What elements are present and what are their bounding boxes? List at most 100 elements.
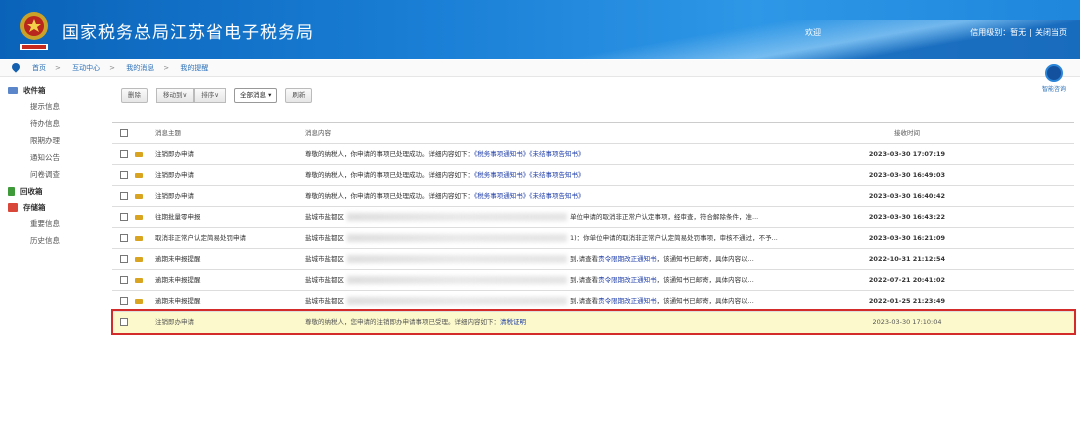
- row-content-text: 尊敬的纳税人，你申请的事项已处理成功。详细内容如下：: [305, 171, 474, 179]
- sidebar-inbox-label: 收件箱: [23, 85, 46, 95]
- row-content: 盐城市盐都区 到,请查看责令限期改正通知书，该通知书已邮寄，具体内容以...: [305, 291, 754, 311]
- row-subject[interactable]: 注销即办申请: [155, 186, 194, 206]
- row-checkbox[interactable]: [120, 255, 128, 263]
- rectification-notice-link[interactable]: 责令限期改正通知书: [598, 276, 657, 284]
- smart-consult-label: 智能咨询: [1041, 86, 1066, 93]
- table-row[interactable]: 注销即办申请 尊敬的纳税人，你申请的事项已处理成功。详细内容如下：《税务事项通知书…: [112, 144, 1074, 165]
- pending-items-link[interactable]: 《未结事项告知书》: [529, 171, 584, 179]
- sort-button[interactable]: 排序∨: [194, 88, 227, 103]
- tax-notice-link[interactable]: 《税务事项通知书》: [474, 171, 529, 179]
- row-content: 盐城市盐都区 到,请查看责令限期改正通知书，该通知书已邮寄，具体内容以...: [305, 249, 754, 269]
- breadcrumb-my-messages[interactable]: 我的消息: [126, 64, 154, 72]
- move-to-button[interactable]: 移动到∨: [156, 88, 195, 103]
- row-subject[interactable]: 取消非正常户认定简易处罚申请: [155, 228, 246, 248]
- row-content: 尊敬的纳税人，你申请的事项已处理成功。详细内容如下：《税务事项通知书》《未结事项…: [305, 165, 585, 185]
- tax-emblem-logo: [20, 12, 48, 50]
- envelope-icon: [135, 257, 143, 262]
- location-pin-icon: [10, 61, 22, 73]
- row-checkbox[interactable]: [120, 297, 128, 305]
- row-subject[interactable]: 逾期未申报提醒: [155, 270, 201, 290]
- row-time: 2023-03-30 17:07:19: [868, 150, 946, 158]
- table-row[interactable]: 逾期未申报提醒 盐城市盐都区 到,请查看责令限期改正通知书，该通知书已邮寄，具体内容…: [112, 270, 1074, 291]
- row-subject[interactable]: 逾期未申报提醒: [155, 291, 201, 311]
- row-content: 尊敬的纳税人，你申请的事项已处理成功。详细内容如下：《税务事项通知书》《未结事项…: [305, 144, 585, 164]
- smart-consult-button[interactable]: 智能咨询: [1038, 62, 1070, 96]
- breadcrumb-home[interactable]: 首页: [32, 64, 46, 72]
- message-filter-select[interactable]: 全部消息 ▾: [234, 88, 278, 103]
- row-checkbox[interactable]: [120, 171, 128, 179]
- row-content-tail: 单位申请的取消非正常户认定事项，经审查，符合解除条件，准...: [570, 213, 759, 221]
- row-checkbox[interactable]: [120, 150, 128, 158]
- row-content: 盐城市盐都区 单位申请的取消非正常户认定事项，经审查，符合解除条件，准...: [305, 207, 758, 227]
- tax-notice-link[interactable]: 《税务事项通知书》: [474, 150, 529, 158]
- pending-items-link[interactable]: 《未结事项告知书》: [529, 192, 584, 200]
- redacted-blur: [347, 213, 567, 221]
- redacted-blur: [347, 276, 567, 284]
- sidebar-recycle[interactable]: 回收箱: [0, 183, 106, 199]
- row-checkbox[interactable]: [120, 213, 128, 221]
- row-subject[interactable]: 注销即办申请: [155, 165, 194, 185]
- row-time: 2022-10-31 21:12:54: [868, 255, 946, 263]
- envelope-icon: [135, 194, 143, 199]
- breadcrumb-my-reminders: 我的提醒: [180, 64, 209, 72]
- rectification-notice-link[interactable]: 责令限期改正通知书: [598, 297, 657, 305]
- delete-button[interactable]: 删除: [121, 88, 148, 103]
- row-content-text: 盐城市盐都区: [305, 297, 344, 305]
- row-time: 2023-03-30 16:43:22: [868, 213, 946, 221]
- table-row[interactable]: 注销即办申请 尊敬的纳税人，你申请的事项已处理成功。详细内容如下：《税务事项通知书…: [112, 165, 1074, 186]
- sidebar-item-survey[interactable]: 问卷调查: [0, 166, 106, 183]
- row-time: 2022-01-25 21:23:49: [868, 297, 946, 305]
- headset-icon: [1045, 64, 1063, 82]
- row-checkbox[interactable]: [120, 276, 128, 284]
- redacted-blur: [347, 234, 567, 242]
- row-checkbox[interactable]: [120, 192, 128, 200]
- row-content-text: 盐城市盐都区: [305, 234, 344, 242]
- row-subject[interactable]: 往期批量零申报: [155, 207, 201, 227]
- sidebar-inbox[interactable]: 收件箱: [0, 82, 106, 98]
- row-checkbox[interactable]: [120, 234, 128, 242]
- row-time: 2023-03-30 16:21:09: [868, 234, 946, 242]
- breadcrumb-interaction-center[interactable]: 互动中心: [72, 64, 100, 72]
- header-subject: 消息主题: [155, 129, 181, 137]
- breadcrumb: 首页 > 互动中心 > 我的消息 > 我的提醒: [0, 60, 1080, 77]
- row-subject[interactable]: 注销即办申请: [155, 144, 194, 164]
- site-header: 国家税务总局江苏省电子税务局 欢迎 信用级别：暂无 | 关闭当页: [0, 0, 1080, 59]
- sidebar: 收件箱 提示信息 待办信息 限期办理 通知公告 问卷调查 回收箱 存储箱 重要信…: [0, 82, 106, 249]
- tax-notice-link[interactable]: 《税务事项通知书》: [474, 192, 529, 200]
- table-row[interactable]: 注销即办申请 尊敬的纳税人，你申请的事项已处理成功。详细内容如下：《税务事项通知书…: [112, 186, 1074, 207]
- envelope-icon: [135, 299, 143, 304]
- select-all-checkbox[interactable]: [120, 129, 128, 137]
- row-subject[interactable]: 逾期未申报提醒: [155, 249, 201, 269]
- table-row[interactable]: 往期批量零申报 盐城市盐都区 单位申请的取消非正常户认定事项，经审查，符合解除条件，…: [112, 207, 1074, 228]
- sidebar-archive[interactable]: 存储箱: [0, 199, 106, 215]
- row-content-tail: 1)：你单位申请的取消非正常户认定简易处罚事项，审核不通过，不予...: [570, 234, 778, 242]
- envelope-icon: [135, 236, 143, 241]
- refresh-button[interactable]: 刷新: [285, 88, 313, 103]
- redacted-blur: [347, 255, 567, 263]
- sidebar-item-todo[interactable]: 待办信息: [0, 115, 106, 132]
- table-row[interactable]: 逾期未申报提醒 盐城市盐都区 到,请查看责令限期改正通知书，该通知书已邮寄，具体内容…: [112, 249, 1074, 270]
- inbox-icon: [8, 86, 18, 94]
- table-row[interactable]: 取消非正常户认定简易处罚申请 盐城市盐都区 1)：你单位申请的取消非正常户认定简易处…: [112, 228, 1074, 249]
- rectification-notice-link[interactable]: 责令限期改正通知书: [598, 255, 657, 263]
- header-time: 接收时间: [894, 129, 920, 137]
- row-time: 2022-07-21 20:41:02: [868, 276, 946, 284]
- site-title: 国家税务总局江苏省电子税务局: [62, 23, 314, 43]
- message-table: 消息主题 消息内容 接收时间 注销即办申请尊敬的纳税人，你申请的事项已处理成功。…: [112, 122, 1074, 333]
- sidebar-item-tips[interactable]: 提示信息: [0, 98, 106, 115]
- sidebar-item-notices[interactable]: 通知公告: [0, 149, 106, 166]
- envelope-icon: [135, 173, 143, 178]
- sidebar-item-important[interactable]: 重要信息: [0, 215, 106, 232]
- row-content-tail2: ，该通知书已邮寄，具体内容以...: [656, 255, 754, 263]
- envelope-icon: [135, 215, 143, 220]
- sidebar-archive-label: 存储箱: [23, 202, 46, 212]
- row-content-text: 盐城市盐都区: [305, 213, 344, 221]
- pending-items-link[interactable]: 《未结事项告知书》: [529, 150, 584, 158]
- redacted-blur: [347, 297, 567, 305]
- row-content-tail: 到,请查看: [570, 255, 599, 263]
- sidebar-item-deadline[interactable]: 限期办理: [0, 132, 106, 149]
- row-content: 盐城市盐都区 到,请查看责令限期改正通知书，该通知书已邮寄，具体内容以...: [305, 270, 754, 290]
- close-page-link[interactable]: 关闭当页: [1035, 28, 1067, 37]
- sidebar-item-history[interactable]: 历史信息: [0, 232, 106, 249]
- header-content: 消息内容: [305, 129, 331, 137]
